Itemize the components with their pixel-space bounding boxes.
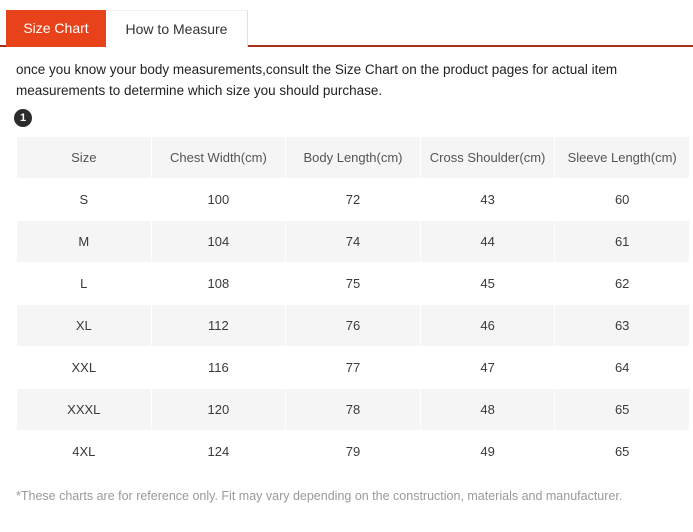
column-header-size: Size — [17, 137, 151, 178]
size-chart-table: Size Chest Width(cm) Body Length(cm) Cro… — [16, 136, 690, 473]
disclaimer-note: *These charts are for reference only. Fi… — [16, 489, 623, 503]
cell-body-length: 79 — [286, 431, 420, 472]
cell-body-length: 78 — [286, 389, 420, 430]
cell-size: L — [17, 263, 151, 304]
intro-paragraph: once you know your body measurements,con… — [16, 62, 618, 98]
cell-cross-shoulder: 48 — [420, 389, 555, 430]
cell-body-length: 72 — [286, 179, 420, 220]
column-header-cross-shoulder: Cross Shoulder(cm) — [420, 137, 555, 178]
column-header-sleeve-length: Sleeve Length(cm) — [555, 137, 689, 178]
cell-cross-shoulder: 45 — [420, 263, 555, 304]
table-row: S 100 72 43 60 — [17, 179, 689, 220]
table-row: M 104 74 44 61 — [17, 221, 689, 262]
cell-size: XXXL — [17, 389, 151, 430]
cell-sleeve-length: 62 — [555, 263, 689, 304]
cell-chest-width: 120 — [151, 389, 286, 430]
cell-size: XL — [17, 305, 151, 346]
cell-cross-shoulder: 49 — [420, 431, 555, 472]
cell-body-length: 75 — [286, 263, 420, 304]
cell-sleeve-length: 61 — [555, 221, 689, 262]
size-chart-table-body: S 100 72 43 60 M 104 74 44 61 L 108 75 4… — [17, 179, 689, 472]
cell-chest-width: 104 — [151, 221, 286, 262]
cell-sleeve-length: 64 — [555, 347, 689, 388]
cell-cross-shoulder: 44 — [420, 221, 555, 262]
cell-cross-shoulder: 46 — [420, 305, 555, 346]
cell-chest-width: 116 — [151, 347, 286, 388]
step-badge-1: 1 — [14, 109, 32, 127]
table-row: XL 112 76 46 63 — [17, 305, 689, 346]
table-header-row: Size Chest Width(cm) Body Length(cm) Cro… — [17, 137, 689, 178]
cell-sleeve-length: 65 — [555, 389, 689, 430]
table-row: L 108 75 45 62 — [17, 263, 689, 304]
cell-sleeve-length: 65 — [555, 431, 689, 472]
step-badge-row: 1 — [14, 108, 693, 128]
table-row: XXL 116 77 47 64 — [17, 347, 689, 388]
table-row: XXXL 120 78 48 65 — [17, 389, 689, 430]
tab-bar: Size Chart How to Measure — [0, 0, 693, 47]
cell-size: S — [17, 179, 151, 220]
cell-chest-width: 108 — [151, 263, 286, 304]
cell-size: XXL — [17, 347, 151, 388]
cell-cross-shoulder: 47 — [420, 347, 555, 388]
size-chart-page: Size Chart How to Measure once you know … — [0, 0, 693, 532]
cell-sleeve-length: 60 — [555, 179, 689, 220]
tab-size-chart[interactable]: Size Chart — [6, 10, 106, 47]
cell-sleeve-length: 63 — [555, 305, 689, 346]
cell-chest-width: 100 — [151, 179, 286, 220]
cell-body-length: 74 — [286, 221, 420, 262]
column-header-body-length: Body Length(cm) — [286, 137, 420, 178]
table-row: 4XL 124 79 49 65 — [17, 431, 689, 472]
tab-how-to-measure[interactable]: How to Measure — [106, 10, 248, 47]
size-chart-table-head: Size Chest Width(cm) Body Length(cm) Cro… — [17, 137, 689, 178]
cell-size: M — [17, 221, 151, 262]
cell-cross-shoulder: 43 — [420, 179, 555, 220]
tab-how-to-measure-label: How to Measure — [125, 21, 228, 37]
cell-chest-width: 112 — [151, 305, 286, 346]
cell-body-length: 77 — [286, 347, 420, 388]
cell-chest-width: 124 — [151, 431, 286, 472]
column-header-chest-width: Chest Width(cm) — [151, 137, 286, 178]
tab-size-chart-label: Size Chart — [23, 20, 89, 36]
cell-body-length: 76 — [286, 305, 420, 346]
cell-size: 4XL — [17, 431, 151, 472]
